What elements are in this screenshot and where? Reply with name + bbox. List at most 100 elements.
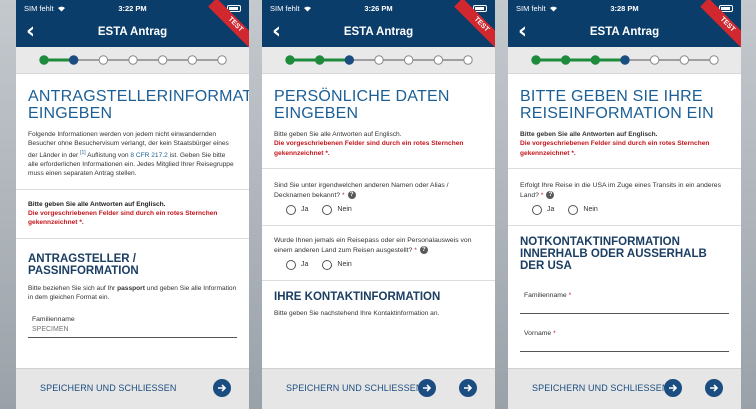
progress-step-dot bbox=[433, 55, 443, 65]
divider bbox=[508, 167, 741, 169]
arrow-right-circle-icon[interactable] bbox=[418, 379, 436, 397]
progress-step-dot bbox=[38, 55, 49, 65]
page-title: BITTE GEBEN SIE IHRE REISEINFORMATION EI… bbox=[520, 88, 714, 122]
progress-step-dot bbox=[157, 55, 167, 65]
nav-title: ESTA Antrag bbox=[97, 26, 168, 38]
progress-step-dot bbox=[187, 55, 197, 65]
firstname-field[interactable]: Vorname * bbox=[520, 330, 729, 352]
question-circle-icon[interactable]: ? bbox=[546, 191, 555, 200]
save-and-close-button[interactable]: SPEICHERN UND SCHLIESSEN bbox=[286, 383, 422, 393]
nav-bar: ‹ ESTA Antrag TEST bbox=[262, 0, 495, 52]
step-progress bbox=[282, 54, 476, 66]
progress-step-dot bbox=[68, 55, 78, 65]
section-title: ANTRAGSTELLER / PASSINFORMATION bbox=[28, 252, 139, 277]
save-and-close-button[interactable]: SPEICHERN UND SCHLIESSEN bbox=[40, 383, 176, 393]
progress-step-dot bbox=[462, 55, 473, 65]
divider bbox=[262, 167, 495, 169]
progress-step-dot bbox=[127, 55, 138, 65]
section-text: Bitte beziehen Sie sich auf Ihr passport… bbox=[28, 284, 237, 301]
surname-input[interactable] bbox=[32, 326, 232, 334]
wifi-icon bbox=[549, 6, 557, 12]
progress-bar bbox=[16, 47, 249, 74]
radio-no[interactable]: Nein bbox=[322, 259, 352, 270]
form-content: PERSÖNLICHE DATEN EINGEBEN Bitte geben S… bbox=[262, 74, 495, 318]
progress-step-dot bbox=[314, 55, 324, 65]
surname-field[interactable]: Familienname * bbox=[520, 292, 729, 314]
progress-step-dot bbox=[373, 55, 384, 65]
question-passport: Wurde Ihnen jemals ein Reisepass oder ei… bbox=[274, 236, 472, 255]
progress-step-dot bbox=[679, 55, 689, 65]
form-content: BITTE GEBEN SIE IHRE REISEINFORMATION EI… bbox=[508, 74, 741, 352]
radio-no[interactable]: Nein bbox=[568, 204, 598, 215]
question-transit: Erfolgt Ihre Reise in die USA im Zuge ei… bbox=[520, 181, 721, 200]
progress-step-dot bbox=[649, 55, 659, 65]
progress-bar bbox=[508, 47, 741, 74]
page-title: ANTRAGSTELLERINFORMATION EINGEBEN bbox=[28, 88, 249, 122]
radio-no[interactable]: Nein bbox=[322, 204, 352, 215]
section-title: NOTKONTAKTINFORMATION INNERHALB ODER AUS… bbox=[520, 235, 707, 272]
wifi-icon bbox=[57, 6, 65, 12]
progress-step-dot bbox=[530, 55, 541, 65]
question-alias: Sind Sie unter irgendwelchen anderen Nam… bbox=[274, 181, 449, 200]
footer-bar: SPEICHERN UND SCHLIESSEN bbox=[508, 368, 741, 409]
radio-yes[interactable]: Ja bbox=[286, 204, 308, 215]
surname-field[interactable]: Familienname bbox=[28, 316, 237, 339]
nav-bar: ‹ ESTA Antrag TEST bbox=[508, 0, 741, 52]
required-note: Die vorgeschriebenen Felder sind durch e… bbox=[520, 140, 710, 157]
progress-bar bbox=[262, 47, 495, 74]
field-label: Familienname bbox=[524, 291, 567, 299]
progress-step-dot bbox=[560, 55, 570, 65]
english-note: Bitte geben Sie alle Antworten auf Engli… bbox=[274, 131, 402, 138]
question-circle-icon[interactable]: ? bbox=[419, 246, 428, 255]
carrier-label: SIM fehlt bbox=[270, 4, 300, 13]
arrow-right-circle-icon[interactable] bbox=[664, 379, 682, 397]
carrier-label: SIM fehlt bbox=[516, 4, 546, 13]
radio-group-passport: Ja Nein bbox=[274, 259, 483, 270]
radio-group-transit: Ja Nein bbox=[520, 204, 729, 215]
footer-bar: SPEICHERN UND SCHLIESSEN bbox=[262, 368, 495, 409]
divider bbox=[262, 279, 495, 281]
section-text: Bitte geben Sie nachstehend Ihre Kontakt… bbox=[274, 309, 440, 317]
radio-yes[interactable]: Ja bbox=[532, 204, 554, 215]
field-label: Vorname bbox=[524, 329, 552, 337]
nav-title: ESTA Antrag bbox=[589, 26, 660, 38]
divider bbox=[508, 224, 741, 226]
cfr-link[interactable]: 8 CFR 217.2 bbox=[130, 152, 167, 159]
divider bbox=[16, 237, 249, 239]
question-circle-icon[interactable]: ? bbox=[347, 191, 356, 200]
divider bbox=[16, 188, 249, 190]
radio-yes[interactable]: Ja bbox=[286, 259, 308, 270]
required-note: Die vorgeschriebenen Felder sind durch e… bbox=[274, 140, 464, 157]
progress-step-dot bbox=[284, 55, 295, 65]
chevron-left-icon[interactable]: ‹ bbox=[518, 19, 527, 44]
intro-text: Folgende Informationen werden von jedem … bbox=[28, 131, 234, 178]
section-title: IHRE KONTAKTINFORMATION bbox=[274, 290, 441, 303]
progress-step-dot bbox=[403, 55, 413, 65]
progress-step-dot bbox=[344, 55, 354, 65]
divider bbox=[262, 224, 495, 226]
arrow-right-circle-icon[interactable] bbox=[213, 379, 231, 397]
progress-step-dot bbox=[619, 55, 630, 65]
step-progress bbox=[36, 54, 230, 66]
nav-title: ESTA Antrag bbox=[343, 26, 414, 38]
footer-bar: SPEICHERN UND SCHLIESSEN bbox=[16, 368, 249, 409]
step-progress bbox=[528, 54, 722, 66]
progress-step-dot bbox=[216, 55, 227, 65]
chevron-left-icon[interactable]: ‹ bbox=[26, 19, 35, 44]
english-note: Bitte geben Sie alle Antworten auf Engli… bbox=[520, 131, 658, 138]
field-label: Familienname bbox=[32, 316, 75, 324]
progress-step-dot bbox=[98, 55, 108, 65]
english-note: Bitte geben Sie alle Antworten auf Engli… bbox=[28, 200, 166, 208]
progress-step-dot bbox=[590, 55, 600, 65]
arrow-right-circle-icon[interactable] bbox=[459, 379, 477, 397]
progress-step-dot bbox=[708, 55, 719, 65]
wifi-icon bbox=[303, 6, 311, 12]
footnote-link[interactable]: [1] bbox=[80, 150, 86, 156]
phone-screen-1: SIM fehlt 3:22 PM ‹ ESTA Antrag TEST ANT… bbox=[16, 0, 249, 409]
radio-group-alias: Ja Nein bbox=[274, 204, 483, 215]
chevron-left-icon[interactable]: ‹ bbox=[272, 19, 281, 44]
page-title: PERSÖNLICHE DATEN EINGEBEN bbox=[274, 88, 450, 122]
save-and-close-button[interactable]: SPEICHERN UND SCHLIESSEN bbox=[532, 383, 668, 393]
phone-screen-2: SIM fehlt 3:26 PM ‹ ESTA Antrag TEST PER… bbox=[262, 0, 495, 409]
arrow-right-circle-icon[interactable] bbox=[705, 379, 723, 397]
